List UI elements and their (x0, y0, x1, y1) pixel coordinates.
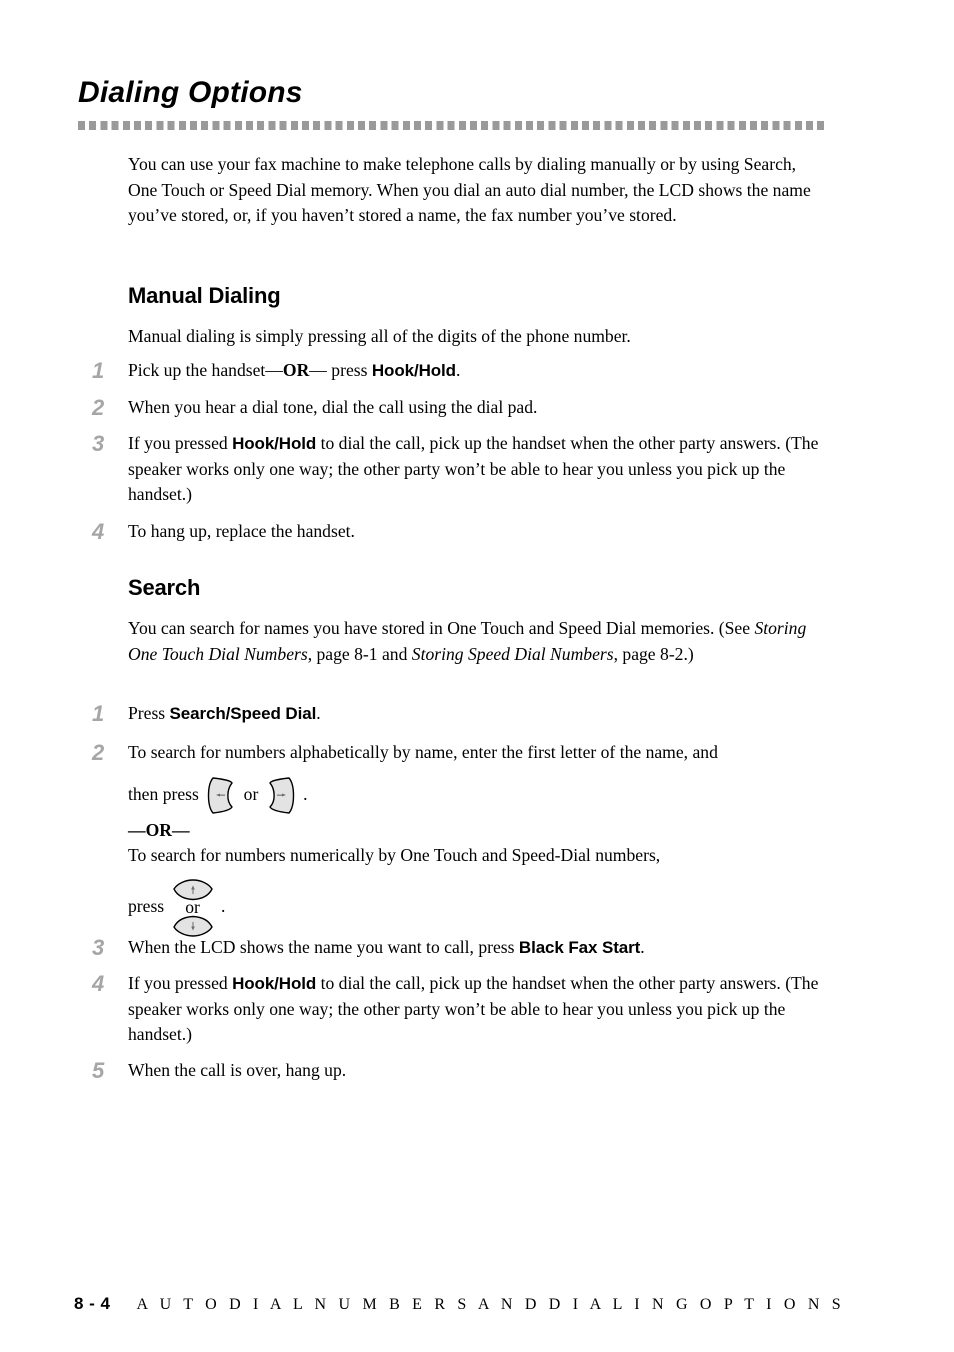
press-arrow-keys-line: then press or . (128, 772, 824, 816)
step-text-before: When the LCD shows the name you want to … (128, 937, 519, 957)
down-arrow-key-icon (172, 915, 213, 937)
step-text-after: . (316, 703, 321, 723)
search-lead-middle: , page 8-1 and (307, 643, 412, 664)
step-text-before: If you pressed (128, 973, 233, 993)
step-item: 3 When the LCD shows the name you want t… (92, 935, 824, 961)
press-updown-keys-line: press or . (128, 878, 824, 937)
footer-page-number: 8 - 4 (74, 1294, 111, 1313)
step-text-middle: — press (309, 360, 372, 380)
between-keys-label: or (243, 783, 259, 804)
updown-or-label: or (185, 896, 200, 917)
step-text: Pick up the handset—OR— press Hook/Hold. (128, 358, 824, 384)
step-item: 2 To search for numbers alphabetically b… (92, 740, 824, 937)
step-text-after: . (640, 937, 645, 957)
step-text: When you hear a dial tone, dial the call… (128, 397, 538, 417)
trailing-period-2: . (220, 895, 226, 916)
title-dashed-rule (78, 121, 826, 130)
press-label: then press (128, 783, 199, 804)
press-label-2: press (128, 895, 165, 916)
step-number: 2 (92, 395, 105, 420)
step-or-emphasis: OR (282, 360, 310, 380)
step-item: 4 If you pressed Hook/Hold to dial the c… (92, 971, 824, 1048)
manual-page: Dialing Options You can use your fax mac… (0, 0, 954, 1352)
section-heading-manual-dialing: Manual Dialing (128, 283, 281, 308)
key-label-black-fax-start: Black Fax Start (518, 938, 641, 957)
step-text: To hang up, replace the handset. (128, 521, 355, 541)
step-text: To search for numbers alphabetically by … (128, 740, 824, 937)
search-lead-before: You can search for names you have stored… (128, 618, 755, 638)
step-item: 1 Press Search/Speed Dial. (92, 701, 824, 727)
step-text: If you pressed Hook/Hold to dial the cal… (128, 431, 824, 508)
section-heading-search: Search (128, 575, 201, 600)
left-arrow-key-icon (207, 776, 235, 815)
step-number: 3 (92, 431, 105, 456)
step-text: When the call is over, hang up. (128, 1060, 347, 1080)
step-item: 2 When you hear a dial tone, dial the ca… (92, 395, 824, 421)
key-label-hook-hold: Hook/Hold (232, 974, 317, 993)
key-label-hook-hold: Hook/Hold (232, 434, 317, 453)
up-down-arrow-keys-group: or (171, 878, 215, 937)
step-item: 3 If you pressed Hook/Hold to dial the c… (92, 431, 824, 508)
step-text-before: Pick up the handset— (128, 360, 283, 380)
manual-dialing-lead: Manual dialing is simply pressing all of… (128, 326, 631, 346)
step-text-before: Press (128, 703, 170, 723)
search-lead: You can search for names you have stored… (128, 616, 824, 667)
trailing-period: . (303, 783, 308, 804)
or-divider: —OR— (128, 819, 190, 840)
step-text: If you pressed Hook/Hold to dial the cal… (128, 971, 824, 1048)
page-title: Dialing Options (78, 76, 303, 109)
intro-paragraph: You can use your fax machine to make tel… (128, 154, 811, 225)
step-number: 4 (92, 971, 105, 996)
step-number: 1 (92, 701, 105, 726)
step-number: 1 (92, 358, 105, 383)
step-text-before: If you pressed (128, 433, 233, 453)
right-arrow-key-icon (267, 776, 295, 815)
key-label-search-speed-dial: Search/Speed Dial (169, 704, 317, 723)
step-text-after: . (455, 360, 461, 380)
step-number: 5 (92, 1058, 105, 1083)
step-item: 4 To hang up, replace the handset. (92, 519, 824, 545)
step-item: 1 Pick up the handset—OR— press Hook/Hol… (92, 358, 824, 384)
step-number: 3 (92, 935, 105, 960)
step-text-alphabetic: To search for numbers alphabetically by … (128, 742, 718, 762)
step-number: 2 (92, 740, 105, 765)
search-lead-after: , page 8-2.) (613, 643, 694, 664)
step-number: 4 (92, 519, 105, 544)
step-text: Press Search/Speed Dial. (128, 701, 824, 727)
cross-reference-storing-speed-dial: Storing Speed Dial Numbers (411, 643, 614, 664)
key-label-hook-hold: Hook/Hold (371, 361, 456, 380)
step-item: 5 When the call is over, hang up. (92, 1058, 824, 1084)
footer-running-title: A U T O D I A L N U M B E R S A N D D I … (136, 1296, 845, 1313)
step-text: When the LCD shows the name you want to … (128, 935, 824, 961)
step-text-numeric: To search for numbers numerically by One… (128, 845, 661, 865)
page-footer: 8 - 4 A U T O D I A L N U M B E R S A N D… (74, 1294, 845, 1314)
